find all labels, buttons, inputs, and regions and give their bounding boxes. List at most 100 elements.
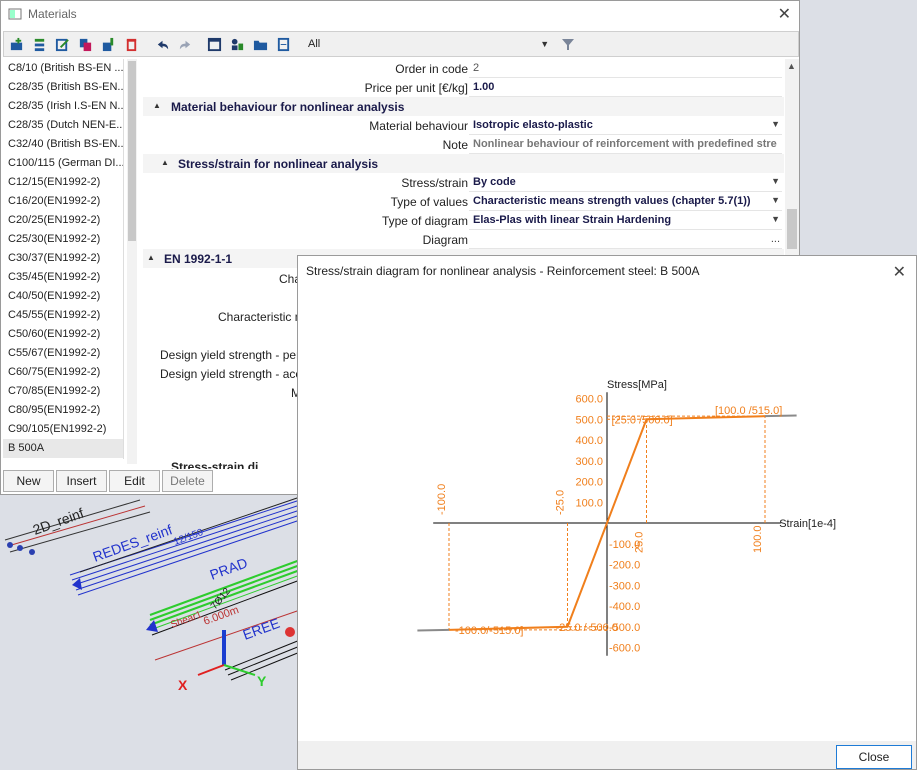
list-item[interactable]: C70/85(EN1992-2) (3, 382, 123, 401)
stress-label: Stress/strain (401, 176, 468, 190)
close-button[interactable]: Close (836, 745, 912, 769)
stress-value: By code (473, 176, 516, 188)
section-behaviour[interactable]: ▲ Material behaviour for nonlinear analy… (143, 97, 784, 116)
y-tick-label: 600.0 (575, 394, 603, 406)
dialog-close-icon[interactable]: ✕ (893, 262, 906, 282)
y-tick-label: 500.0 (575, 414, 603, 426)
filter-dropdown-icon[interactable]: ▼ (540, 39, 549, 49)
behaviour-select[interactable]: Isotropic elasto-plastic ▼ (469, 116, 782, 135)
document-icon[interactable] (273, 35, 294, 53)
dialog-title: Stress/strain diagram for nonlinear anal… (306, 264, 700, 278)
x-tick-label: -25.0 (555, 490, 567, 515)
copy-icon[interactable] (75, 35, 96, 53)
delete-button[interactable]: Delete (162, 470, 213, 492)
dialog-footer: Close (298, 741, 916, 769)
partial-label-2: Characteristic m (218, 310, 305, 324)
list-item[interactable]: C55/67(EN1992-2) (3, 344, 123, 363)
stress-select[interactable]: By code ▼ (469, 173, 782, 192)
edit-icon[interactable] (52, 35, 73, 53)
list-item[interactable]: C90/105(EN1992-2) (3, 420, 123, 439)
list-item[interactable]: C25/30(EN1992-2) (3, 230, 123, 249)
window-icon (8, 8, 22, 20)
section-en-title: EN 1992-1-1 (164, 252, 233, 266)
partial-label-3: Design yield strength - pers (160, 348, 307, 362)
list-item[interactable]: C80/95(EN1992-2) (3, 401, 123, 420)
open-folder-icon[interactable] (250, 35, 271, 53)
row-type-diagram: Type of diagram Elas-Plas with linear St… (143, 211, 784, 230)
partial-label-6: Stress-strain di (171, 460, 259, 469)
axis-x-label: X (178, 677, 188, 693)
row-order: Order in code 2 (143, 59, 784, 78)
annotation-ultimate-positive: [100.0 /515.0] (715, 405, 782, 417)
users-icon[interactable] (227, 35, 248, 53)
new-button[interactable]: New (3, 470, 54, 492)
y-tick-label: -400.0 (609, 601, 640, 613)
x-tick-label: 100.0 (752, 525, 764, 553)
materials-close-icon[interactable]: ✕ (778, 4, 791, 24)
list-scrollbar[interactable] (127, 59, 137, 464)
behaviour-label: Material behaviour (369, 119, 468, 133)
annotation-ultimate-negative: -100.0/-515.0] (455, 625, 524, 637)
diagram-label: Diagram (422, 233, 468, 247)
list-item[interactable]: C60/75(EN1992-2) (3, 363, 123, 382)
edit-button[interactable]: Edit (109, 470, 160, 492)
undo-icon[interactable] (152, 35, 173, 53)
row-price: Price per unit [€/kg] 1.00 (143, 78, 784, 97)
price-label: Price per unit [€/kg] (364, 81, 468, 95)
window-title: Materials (28, 7, 77, 21)
price-field[interactable]: 1.00 (469, 78, 782, 97)
list-item[interactable]: C32/40 (British BS-EN... (3, 135, 123, 154)
y-tick-label: -200.0 (609, 560, 640, 572)
x-axis-label: Strain[1e-4] (779, 518, 836, 530)
type-diagram-value: Elas-Plas with linear Strain Hardening (473, 214, 672, 226)
properties-scrollbar[interactable]: ▲ (785, 59, 799, 259)
list-item[interactable]: C20/25(EN1992-2) (3, 211, 123, 230)
curve-extension-left (417, 628, 450, 632)
note-field[interactable]: Nonlinear behaviour of reinforcement wit… (469, 135, 782, 154)
diagram-field[interactable]: ... (469, 230, 782, 249)
diagram-browse-button[interactable]: ... (771, 233, 780, 245)
import-icon[interactable] (98, 35, 119, 53)
chevron-down-icon: ▼ (771, 195, 780, 205)
list-item[interactable]: C50/60(EN1992-2) (3, 325, 123, 344)
library-icon[interactable] (204, 35, 225, 53)
list-item[interactable]: C16/20(EN1992-2) (3, 192, 123, 211)
list-item[interactable]: C30/37(EN1992-2) (3, 249, 123, 268)
list-item[interactable]: C40/50(EN1992-2) (3, 287, 123, 306)
delete-icon[interactable] (121, 35, 142, 53)
row-diagram: Diagram ... (143, 230, 784, 249)
type-values-select[interactable]: Characteristic means strength values (ch… (469, 192, 782, 211)
list-item[interactable]: C12/15(EN1992-2) (3, 173, 123, 192)
redo-icon[interactable] (175, 35, 196, 53)
type-values-label: Type of values (390, 195, 468, 209)
axis-y-label: Y (257, 673, 267, 689)
list-item[interactable]: C45/55(EN1992-2) (3, 306, 123, 325)
materials-list: C8/10 (British BS-EN ... C28/35 (British … (3, 59, 124, 459)
list-item[interactable]: C100/115 (German DI... (3, 154, 123, 173)
section-stress[interactable]: ▲ Stress/strain for nonlinear analysis (143, 154, 784, 173)
new-material-icon[interactable] (6, 35, 27, 53)
insert-icon[interactable] (29, 35, 50, 53)
type-diagram-select[interactable]: Elas-Plas with linear Strain Hardening ▼ (469, 211, 782, 230)
list-item[interactable]: C8/10 (British BS-EN ... (3, 59, 123, 78)
insert-button[interactable]: Insert (56, 470, 107, 492)
x-tick-label: 25.0 (634, 532, 646, 553)
y-tick-label: 400.0 (575, 435, 603, 447)
list-item[interactable]: C35/45(EN1992-2) (3, 268, 123, 287)
section-stress-title: Stress/strain for nonlinear analysis (178, 157, 379, 171)
list-item[interactable]: B 500A (3, 439, 123, 458)
filter-select[interactable]: All (308, 38, 320, 50)
chevron-up-icon[interactable]: ▲ (787, 61, 796, 71)
funnel-icon[interactable] (561, 37, 575, 51)
note-label: Note (442, 138, 468, 152)
type-diagram-label: Type of diagram (381, 214, 468, 228)
list-item[interactable]: C28/35 (Irish I.S-EN N... (3, 97, 123, 116)
list-item[interactable]: C28/35 (British BS-EN... (3, 78, 123, 97)
stress-strain-dialog: Stress/strain diagram for nonlinear anal… (297, 255, 917, 770)
list-item[interactable]: C28/35 (Dutch NEN-E... (3, 116, 123, 135)
order-label: Order in code (395, 62, 468, 76)
type-values-value: Characteristic means strength values (ch… (473, 195, 751, 207)
row-behaviour: Material behaviour Isotropic elasto-plas… (143, 116, 784, 135)
order-field[interactable]: 2 (469, 59, 782, 78)
annotation-yield-positive: [25.0 /500.0] (612, 414, 673, 426)
